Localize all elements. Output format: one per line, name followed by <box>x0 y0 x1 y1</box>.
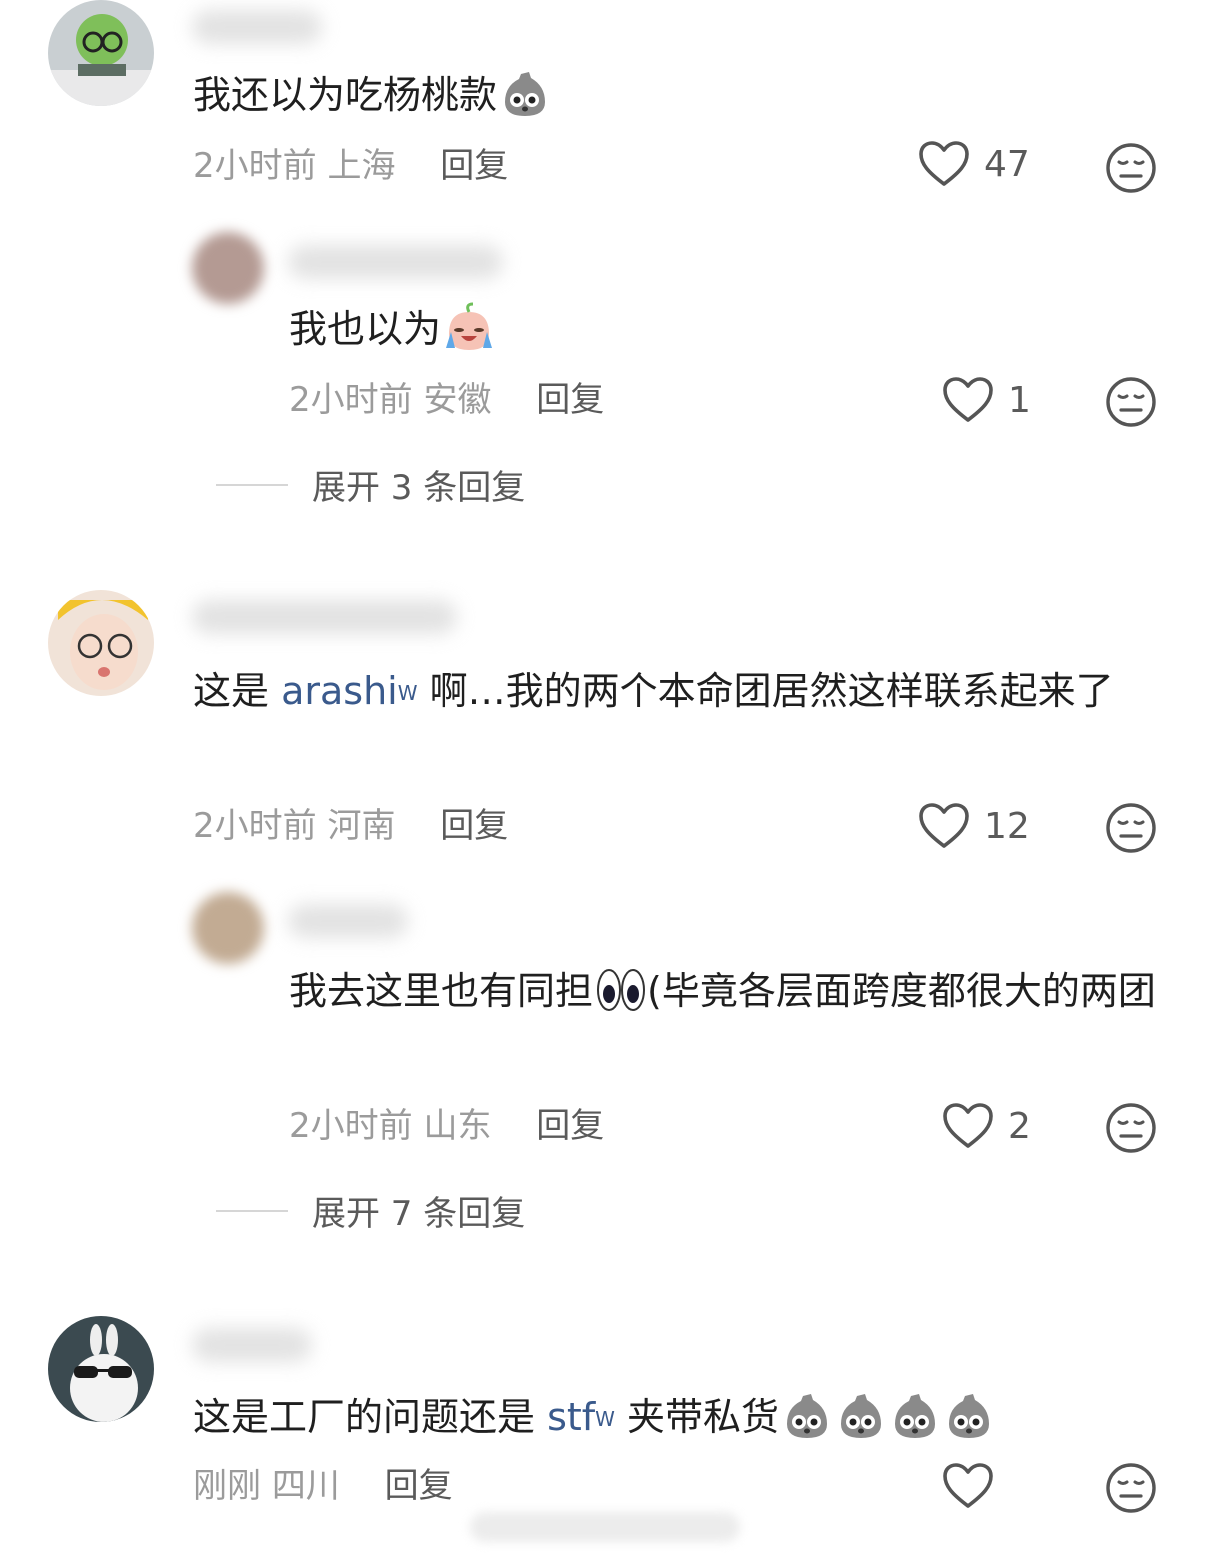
location: 山东 <box>423 1106 492 1146</box>
username-blurred[interactable] <box>288 245 503 279</box>
timestamp: 刚刚 <box>193 1466 261 1506</box>
timestamp: 2小时前 <box>193 146 317 186</box>
reply-button[interactable]: 回复 <box>385 1466 453 1506</box>
avatar[interactable] <box>48 0 154 106</box>
reply-button[interactable]: 回复 <box>440 806 508 846</box>
sack-face-emoji <box>835 1390 887 1442</box>
topic-link[interactable]: stfԜ <box>547 1395 615 1439</box>
expand-label: 展开 7 条回复 <box>312 1194 526 1234</box>
timestamp: 2小时前 <box>193 806 317 846</box>
location: 四川 <box>271 1466 340 1506</box>
heart-outline-icon <box>942 376 994 424</box>
location: 河南 <box>327 806 396 846</box>
heart-outline-icon <box>918 140 970 188</box>
username-blurred[interactable] <box>192 10 322 44</box>
sack-face-emoji <box>499 68 551 120</box>
expand-replies-button[interactable]: 展开 3 条回复 <box>216 460 525 509</box>
username-blurred[interactable] <box>192 1328 312 1362</box>
topic-link[interactable]: arashiԜ <box>281 669 417 713</box>
meh-face-icon[interactable] <box>1105 376 1157 428</box>
meh-face-icon[interactable] <box>1105 1462 1157 1514</box>
expand-label: 展开 3 条回复 <box>312 468 526 508</box>
like-button[interactable] <box>942 1462 1008 1510</box>
like-button[interactable]: 47 <box>918 140 1030 188</box>
watermark <box>470 1512 740 1542</box>
comment-meta: 刚刚 四川 回复 <box>193 1466 453 1506</box>
timestamp: 2小时前 <box>289 1106 413 1146</box>
sack-face-emoji <box>889 1390 941 1442</box>
meh-face-icon[interactable] <box>1105 802 1157 854</box>
username-blurred[interactable] <box>192 600 457 634</box>
avatar[interactable] <box>48 1316 154 1422</box>
reply-button[interactable]: 回复 <box>536 380 604 420</box>
like-count: 12 <box>984 805 1030 847</box>
expand-replies-button[interactable]: 展开 7 条回复 <box>216 1186 525 1235</box>
search-icon: Ԝ <box>397 681 418 705</box>
avatar[interactable] <box>192 232 264 304</box>
avatar[interactable] <box>192 892 264 964</box>
location: 上海 <box>327 146 396 186</box>
reply-button[interactable]: 回复 <box>536 1106 604 1146</box>
comment-text: 这是 arashiԜ 啊…我的两个本命团居然这样联系起来了 <box>193 669 1114 713</box>
divider <box>216 1209 288 1212</box>
reply-button[interactable]: 回复 <box>440 146 508 186</box>
heart-outline-icon <box>918 802 970 850</box>
comment-text: 我还以为吃杨桃款 <box>193 62 551 128</box>
reply-text: 我也以为 <box>289 296 495 362</box>
search-icon: Ԝ <box>595 1407 615 1431</box>
like-button[interactable]: 12 <box>918 802 1030 850</box>
eyes-emoji <box>595 964 647 1016</box>
divider <box>216 483 288 486</box>
crying-face-emoji <box>443 302 495 354</box>
username-blurred[interactable] <box>288 904 408 938</box>
meh-face-icon[interactable] <box>1105 1102 1157 1154</box>
sack-face-emoji <box>943 1390 995 1442</box>
heart-outline-icon <box>942 1102 994 1150</box>
avatar[interactable] <box>48 590 154 696</box>
location: 安徽 <box>423 380 492 420</box>
reply-meta: 2小时前 山东 回复 <box>289 1106 604 1146</box>
comment-meta: 2小时前 上海 回复 <box>193 146 508 186</box>
heart-outline-icon <box>942 1462 994 1510</box>
comment-text: 这是工厂的问题还是 stfԜ 夹带私货 <box>193 1384 995 1450</box>
reply-text: 我去这里也有同担 (毕竟各层面跨度都很大的两团 <box>289 958 1169 1024</box>
like-count: 1 <box>1008 379 1031 421</box>
meh-face-icon[interactable] <box>1105 142 1157 194</box>
reply-meta: 2小时前 安徽 回复 <box>289 380 604 420</box>
sack-face-emoji <box>781 1390 833 1442</box>
like-count: 47 <box>984 143 1030 185</box>
like-button[interactable]: 2 <box>942 1102 1031 1150</box>
like-count: 2 <box>1008 1105 1031 1147</box>
comment-meta: 2小时前 河南 回复 <box>193 806 508 846</box>
like-button[interactable]: 1 <box>942 376 1031 424</box>
timestamp: 2小时前 <box>289 380 413 420</box>
